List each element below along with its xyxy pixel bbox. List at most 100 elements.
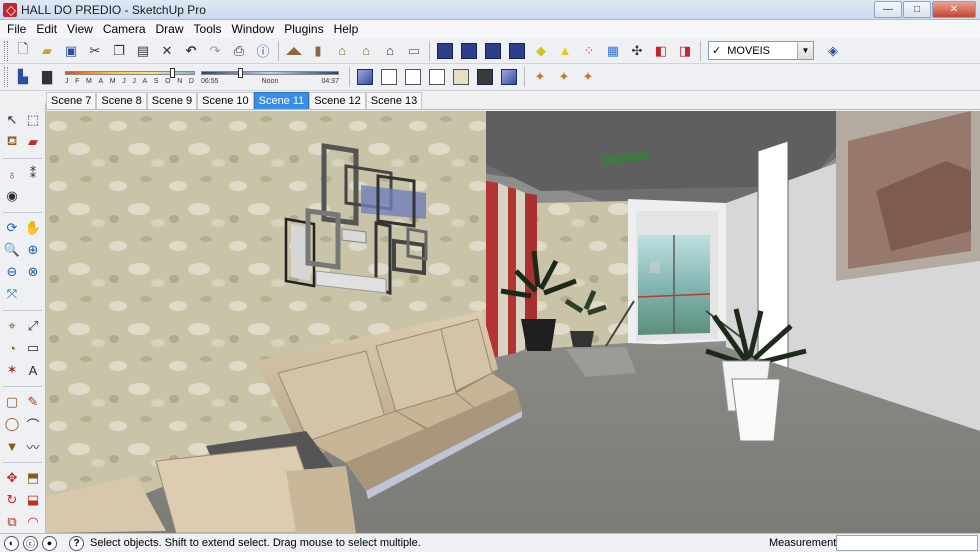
select-arrow-icon[interactable]: ↖ (3, 111, 22, 130)
menu-help[interactable]: Help (329, 22, 364, 36)
follow-me-icon[interactable]: ⬓ (24, 491, 43, 510)
scale-icon[interactable]: ⧉ (3, 513, 22, 532)
style-xray-button[interactable] (434, 40, 456, 62)
zoom-icon[interactable]: 🔍 (3, 241, 22, 260)
scene-tab[interactable]: Scene 7 (46, 92, 97, 109)
paste-button[interactable]: ▤ (132, 40, 154, 62)
style-hiddenline-button[interactable] (506, 40, 528, 62)
section-cut-button[interactable]: ◨ (674, 40, 696, 62)
menu-draw[interactable]: Draw (151, 22, 189, 36)
protractor-icon[interactable]: ◔ (3, 339, 22, 358)
sandbox-button[interactable]: ◆ (530, 40, 552, 62)
scene-tab[interactable]: Scene 10 (197, 92, 254, 109)
component-button[interactable]: ⁘ (578, 40, 600, 62)
zoom-extents-icon[interactable]: ⊗ (24, 263, 43, 282)
look-around-eye-icon[interactable]: ◉ (3, 187, 22, 206)
scene-tab[interactable]: Scene 13 (365, 92, 423, 109)
views-front-button[interactable]: ⌂ (331, 40, 353, 62)
position-camera-button[interactable]: ✦ (553, 66, 575, 88)
copy-button[interactable]: ❐ (108, 40, 130, 62)
rectangle-icon[interactable]: ▢ (3, 393, 22, 412)
time-slider[interactable]: 06:55 Noon 04:37 (201, 65, 339, 89)
views-iso-button[interactable] (283, 40, 305, 62)
time-slider-thumb[interactable] (238, 68, 244, 78)
menu-camera[interactable]: Camera (98, 22, 151, 36)
model-info-button[interactable]: ⓘ (252, 40, 274, 62)
chevron-down-icon[interactable]: ▼ (797, 42, 813, 59)
pan-hand-icon[interactable]: ✋ (24, 219, 43, 238)
offset-icon[interactable]: ◠ (24, 513, 43, 532)
rotate-icon[interactable]: ↻ (3, 491, 22, 510)
face-style-xray-button[interactable] (354, 66, 376, 88)
menu-tools[interactable]: Tools (189, 22, 227, 36)
polygon-icon[interactable]: ▼ (3, 437, 22, 456)
menu-edit[interactable]: Edit (31, 22, 62, 36)
maximize-button[interactable]: □ (903, 1, 931, 18)
menu-plugins[interactable]: Plugins (279, 22, 328, 36)
zoom-window-icon[interactable]: ⊕ (24, 241, 43, 260)
look-around-button[interactable]: ✦ (577, 66, 599, 88)
toolbar-grip[interactable] (4, 67, 8, 87)
toggle-shadows-button[interactable]: ▇ (36, 66, 58, 88)
credits-icon[interactable]: ⓒ (23, 535, 38, 551)
style-wireframe-button[interactable] (482, 40, 504, 62)
materials-button[interactable]: ▦ (602, 40, 624, 62)
face-style-shaded-button[interactable] (426, 66, 448, 88)
menu-file[interactable]: File (2, 22, 31, 36)
scene-tab-active[interactable]: Scene 11 (253, 92, 310, 109)
views-back-button[interactable]: ⌂ (379, 40, 401, 62)
views-top-button[interactable]: ▮ (307, 40, 329, 62)
freehand-icon[interactable]: 〰 (24, 437, 43, 456)
scene-tab[interactable]: Scene 12 (309, 92, 366, 109)
face-style-textured-button[interactable] (450, 66, 472, 88)
section-plane-button[interactable]: ◧ (650, 40, 672, 62)
walk-camera-button[interactable]: ✦ (529, 66, 551, 88)
tape-measure-icon[interactable]: ⌖ (3, 317, 22, 336)
menu-window[interactable]: Window (227, 22, 280, 36)
warehouse-button[interactable]: ▲ (554, 40, 576, 62)
paint-bucket-icon[interactable]: ⛾ (3, 133, 22, 152)
zoom-extents-arrows-icon[interactable]: ⤧ (3, 285, 22, 304)
redo-button[interactable]: ↷ (204, 40, 226, 62)
face-style-wireframe-button[interactable] (378, 66, 400, 88)
3d-viewport[interactable] (46, 111, 980, 533)
dimension-icon[interactable]: ⤢ (24, 317, 43, 336)
orbit-icon[interactable]: ⟳ (3, 219, 22, 238)
print-button[interactable]: ⎙ (228, 40, 250, 62)
minimize-button[interactable]: — (874, 1, 902, 18)
face-style-monochrome-button[interactable] (474, 66, 496, 88)
eraser-icon[interactable]: ▰ (24, 133, 43, 152)
arc-icon[interactable]: ⌒ (24, 415, 43, 434)
circle-icon[interactable]: ◯ (3, 415, 22, 434)
cut-button[interactable]: ✂ (84, 40, 106, 62)
face-style-hidden-button[interactable] (402, 66, 424, 88)
user-icon[interactable]: ● (42, 535, 57, 551)
3d-text-icon[interactable]: A (24, 361, 43, 380)
layer-dropdown[interactable]: ✓ MOVEIS ▼ (708, 41, 814, 60)
axes-tool-icon[interactable]: ✶ (3, 361, 22, 380)
month-slider[interactable]: J F M A M J J A S O N D (65, 65, 195, 89)
help-icon[interactable]: ? (69, 535, 84, 551)
toolbar-grip[interactable] (4, 40, 8, 61)
make-component-icon[interactable]: ⬚ (24, 111, 43, 130)
menu-view[interactable]: View (62, 22, 98, 36)
scene-tab[interactable]: Scene 9 (146, 92, 198, 109)
undo-button[interactable]: ↶ (180, 40, 202, 62)
measurements-input[interactable] (836, 535, 978, 551)
views-right-button[interactable]: ⌂ (355, 40, 377, 62)
views-left-button[interactable]: ▭ (403, 40, 425, 62)
new-file-button[interactable]: 🗋 (12, 40, 34, 62)
push-pull-icon[interactable]: ⬒ (24, 469, 43, 488)
close-button[interactable]: ✕ (932, 1, 976, 18)
month-slider-thumb[interactable] (170, 68, 175, 78)
scene-tab[interactable]: Scene 8 (96, 92, 147, 109)
line-pencil-icon[interactable]: ✎ (24, 393, 43, 412)
layer-manager-button[interactable]: ◈ (822, 40, 844, 62)
erase-button[interactable]: ✕ (156, 40, 178, 62)
orbit-view-button[interactable]: ✣ (626, 40, 648, 62)
shadow-settings-button[interactable]: ▙ (12, 66, 34, 88)
text-tool-icon[interactable]: ▭ (24, 339, 43, 358)
style-backedges-button[interactable] (458, 40, 480, 62)
walk-footprints-icon[interactable]: ⁑ (24, 165, 43, 184)
open-file-button[interactable]: ▰ (36, 40, 58, 62)
